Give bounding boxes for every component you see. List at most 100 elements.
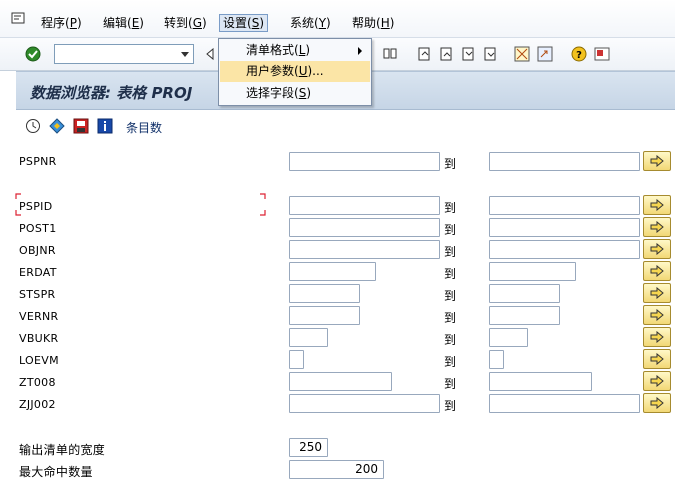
svg-text:?: ? xyxy=(576,50,582,61)
user-parameters-close: )... xyxy=(307,64,324,78)
menu-edit-close: ) xyxy=(139,16,144,30)
next-page-icon[interactable] xyxy=(460,46,476,62)
field-label-loevm: LOEVM xyxy=(19,354,59,367)
multiple-selection-button[interactable] xyxy=(643,239,671,259)
erdat-to-input[interactable] xyxy=(489,262,576,281)
erdat-from-input[interactable] xyxy=(289,262,376,281)
application-toolbar: 条目数 xyxy=(16,110,675,142)
zjj002-to-input[interactable] xyxy=(489,394,640,413)
to-label: 到 xyxy=(444,289,457,303)
shortcut-icon[interactable] xyxy=(537,46,553,62)
menu-program-mnemonic: P xyxy=(69,16,77,30)
menu-settings-close: ) xyxy=(259,16,264,30)
list-format-close: ) xyxy=(305,43,311,57)
stspr-to-input[interactable] xyxy=(489,284,560,303)
vbukr-from-input[interactable] xyxy=(289,328,328,347)
max-hits-input[interactable]: 200 xyxy=(289,460,384,479)
output-width-input[interactable]: 250 xyxy=(289,438,328,457)
menu-item-user-parameters[interactable]: 用户参数(U)... xyxy=(220,61,370,82)
create-session-icon[interactable] xyxy=(514,46,530,62)
menu-help-mnemonic: H xyxy=(380,16,390,30)
arrow-right-icon xyxy=(650,287,664,299)
multiple-selection-button[interactable] xyxy=(643,261,671,281)
multiple-selection-button[interactable] xyxy=(643,349,671,369)
post1-to-input[interactable] xyxy=(489,218,640,237)
execute-clock-icon[interactable] xyxy=(25,118,41,134)
menu-edit[interactable]: 编辑(E) xyxy=(100,14,147,32)
menu-settings[interactable]: 设置(S) xyxy=(219,14,268,32)
stspr-from-input[interactable] xyxy=(289,284,360,303)
menu-item-select-fields[interactable]: 选择字段(S) xyxy=(220,83,370,104)
pspnr-to-input[interactable] xyxy=(489,152,640,171)
multiple-selection-button[interactable] xyxy=(643,371,671,391)
field-label-post1: POST1 xyxy=(19,222,57,235)
arrow-right-icon xyxy=(650,243,664,255)
help-icon[interactable]: ? xyxy=(571,46,587,62)
menu-settings-text: 设置( xyxy=(223,16,252,30)
arrow-right-icon xyxy=(650,221,664,233)
menu-system-text: 系统( xyxy=(290,16,319,30)
arrow-right-icon xyxy=(650,199,664,211)
multiple-selection-button[interactable] xyxy=(643,305,671,325)
customize-layout-icon[interactable] xyxy=(594,46,610,62)
menu-goto-text: 转到( xyxy=(164,16,193,30)
to-label: 到 xyxy=(444,201,457,215)
multiple-selection-button[interactable] xyxy=(643,195,671,215)
enter-checkmark-icon[interactable] xyxy=(25,46,41,62)
multiple-selection-button[interactable] xyxy=(643,393,671,413)
menu-help-close: ) xyxy=(389,16,395,30)
zt008-from-input[interactable] xyxy=(289,372,392,391)
field-label-stspr: STSPR xyxy=(19,288,56,301)
multiple-selection-button[interactable] xyxy=(643,151,671,171)
menu-program[interactable]: 程序(P) xyxy=(38,14,85,32)
arrow-right-icon xyxy=(650,375,664,387)
menu-system-mnemonic: Y xyxy=(318,16,327,30)
vernr-to-input[interactable] xyxy=(489,306,560,325)
variant-diamond-icon[interactable] xyxy=(49,118,65,134)
menu-edit-text: 编辑( xyxy=(103,16,132,30)
list-format-text: 清单格式( xyxy=(246,43,299,57)
field-label-objnr: OBJNR xyxy=(19,244,56,257)
arrow-right-icon xyxy=(650,265,664,277)
number-of-entries-button[interactable]: 条目数 xyxy=(126,119,162,136)
pspnr-from-input[interactable] xyxy=(289,152,440,171)
objnr-to-input[interactable] xyxy=(489,240,640,259)
field-label-pspid: PSPID xyxy=(19,200,53,213)
to-label: 到 xyxy=(444,157,457,171)
vbukr-to-input[interactable] xyxy=(489,328,528,347)
chevron-down-icon[interactable] xyxy=(178,46,192,62)
loevm-to-input[interactable] xyxy=(489,350,504,369)
objnr-from-input[interactable] xyxy=(289,240,440,259)
zjj002-from-input[interactable] xyxy=(289,394,440,413)
first-page-icon[interactable] xyxy=(416,46,432,62)
loevm-from-input[interactable] xyxy=(289,350,304,369)
to-label: 到 xyxy=(444,399,457,413)
multiple-selection-button[interactable] xyxy=(643,283,671,303)
pspid-to-input[interactable] xyxy=(489,196,640,215)
find-icon[interactable] xyxy=(382,46,398,62)
back-arrow-icon[interactable] xyxy=(203,46,219,62)
post1-from-input[interactable] xyxy=(289,218,440,237)
command-field[interactable] xyxy=(54,44,194,64)
menu-goto-mnemonic: G xyxy=(192,16,202,30)
menu-goto[interactable]: 转到(G) xyxy=(161,14,210,32)
menu-item-list-format[interactable]: 清单格式(L) xyxy=(220,40,370,61)
menu-help[interactable]: 帮助(H) xyxy=(349,14,397,32)
last-page-icon[interactable] xyxy=(482,46,498,62)
pspid-from-input[interactable] xyxy=(289,196,440,215)
save-variant-icon[interactable] xyxy=(73,118,89,134)
multiple-selection-button[interactable] xyxy=(643,327,671,347)
submenu-arrow-icon xyxy=(358,47,362,55)
info-icon[interactable] xyxy=(97,118,113,134)
arrow-right-icon xyxy=(650,397,664,409)
previous-page-icon[interactable] xyxy=(438,46,454,62)
zt008-to-input[interactable] xyxy=(489,372,592,391)
max-hits-label: 最大命中数量 xyxy=(19,465,93,479)
system-menu-icon[interactable] xyxy=(11,12,27,26)
field-label-vbukr: VBUKR xyxy=(19,332,59,345)
multiple-selection-button[interactable] xyxy=(643,217,671,237)
menu-system[interactable]: 系统(Y) xyxy=(287,14,334,32)
vernr-from-input[interactable] xyxy=(289,306,360,325)
menu-goto-close: ) xyxy=(202,16,207,30)
menu-help-text: 帮助( xyxy=(352,16,381,30)
